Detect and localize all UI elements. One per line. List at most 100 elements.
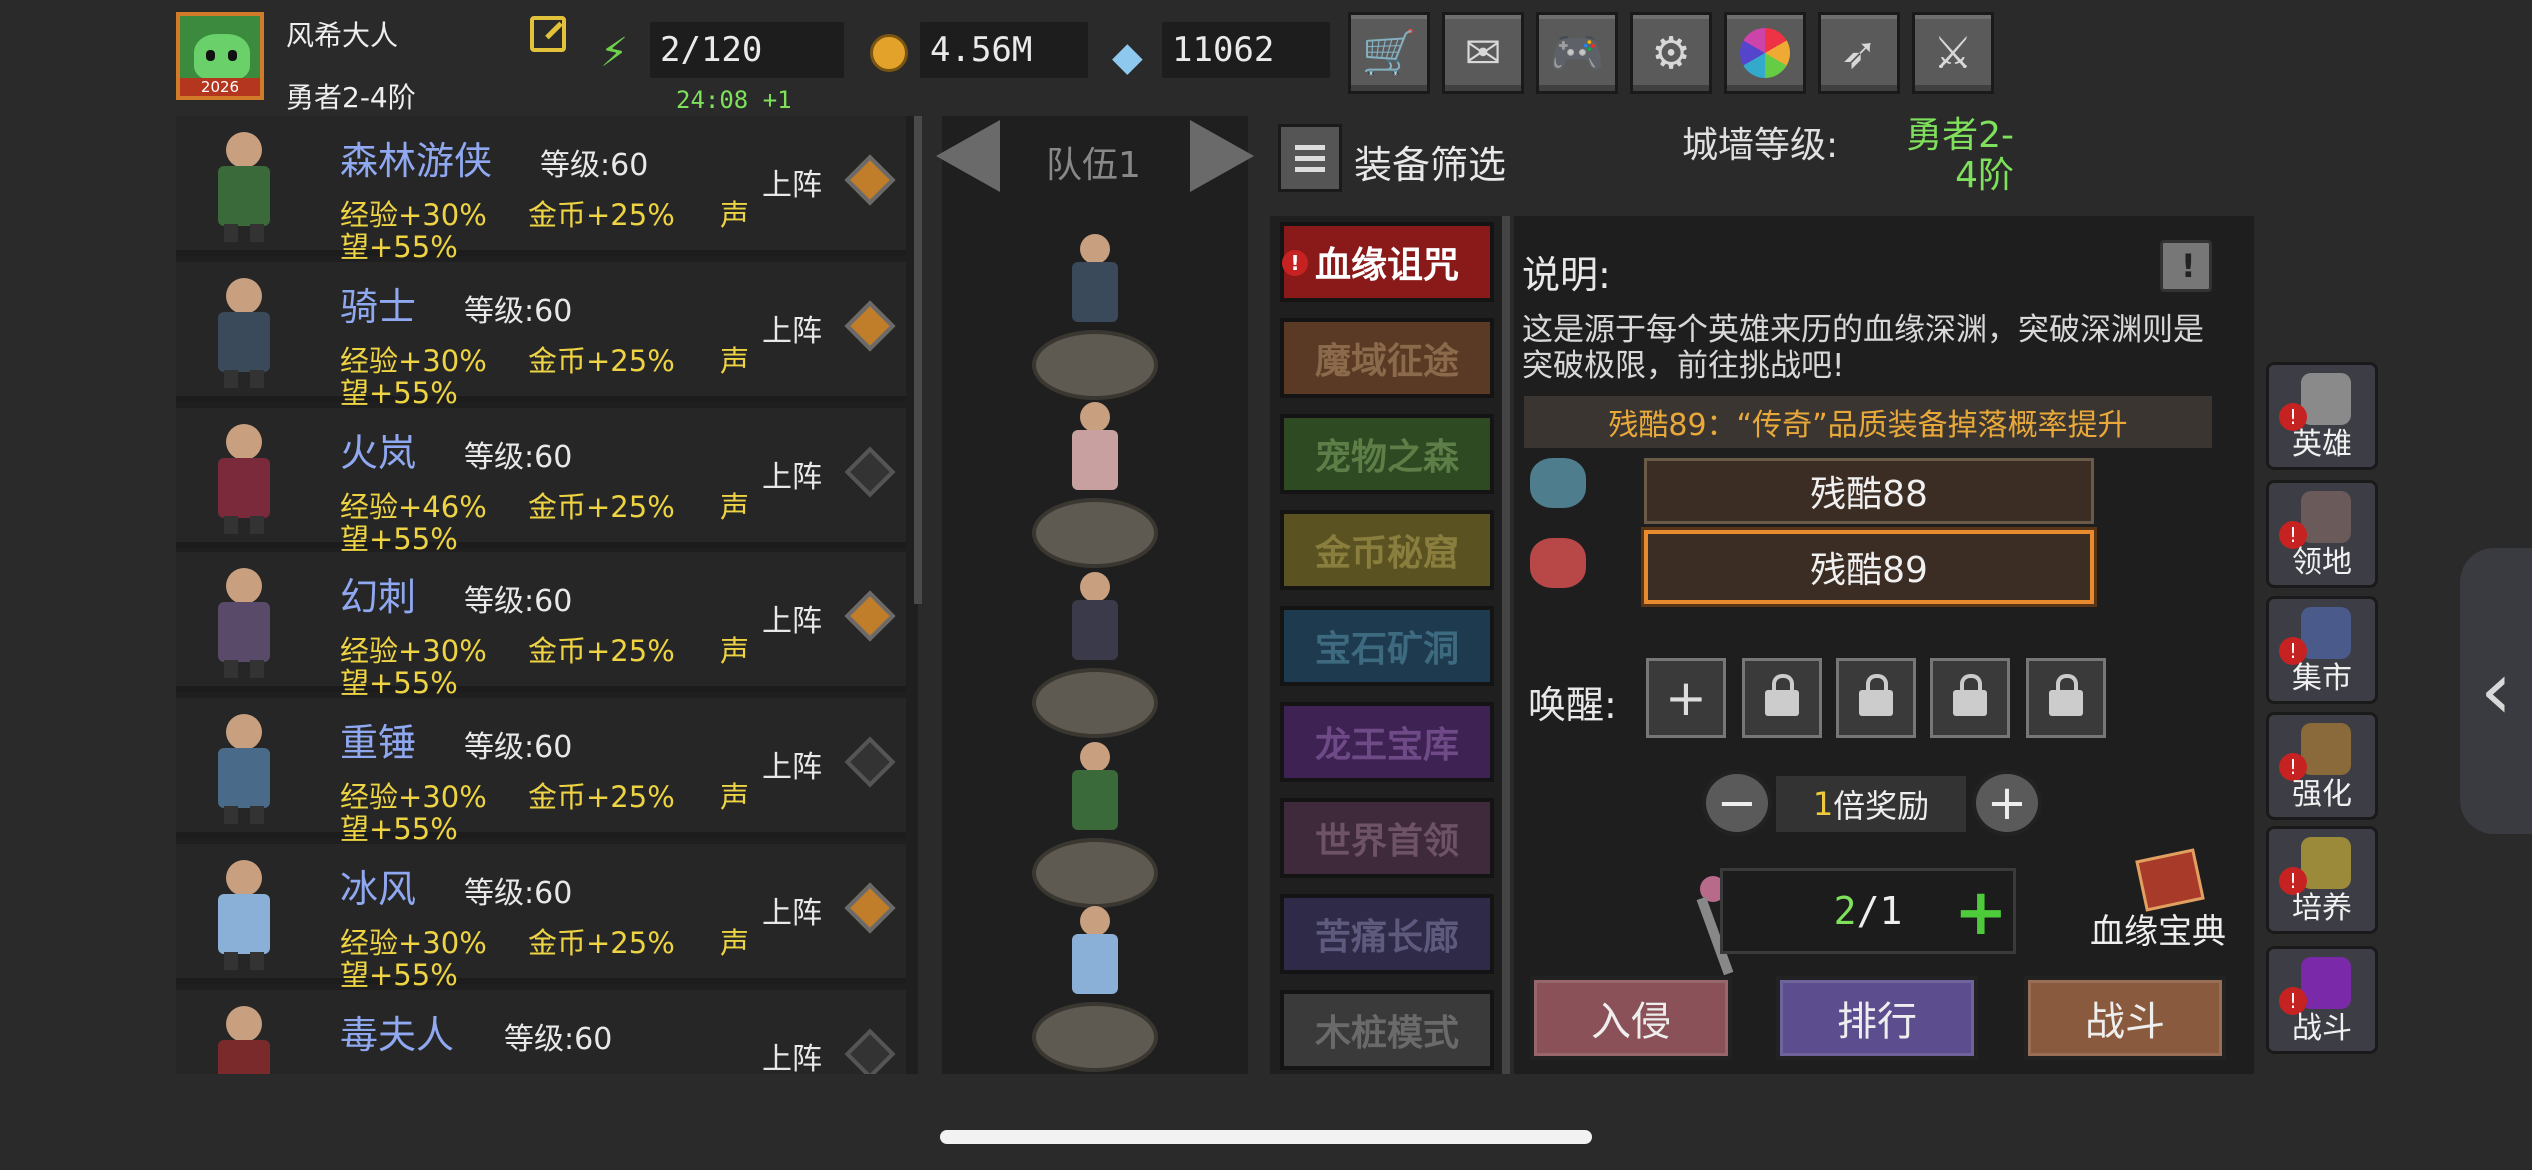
deploy-button[interactable]: 上阵 xyxy=(762,742,822,786)
dungeon-tab[interactable]: 龙王宝库 xyxy=(1280,702,1494,782)
side-drawer-toggle[interactable]: ‹ xyxy=(2460,548,2532,834)
awaken-locked-slot[interactable] xyxy=(2026,658,2106,738)
deploy-button[interactable]: 上阵 xyxy=(762,306,822,350)
team-hero-figure[interactable] xyxy=(1060,234,1130,354)
settings-button[interactable]: ⚙ xyxy=(1630,12,1712,94)
difficulty-option-88[interactable]: 残酷88 xyxy=(1644,458,2094,524)
gold-value: 4.56M xyxy=(920,22,1088,78)
mail-button[interactable]: ✉ xyxy=(1442,12,1524,94)
feather-button[interactable]: ➶ xyxy=(1818,12,1900,94)
dungeon-tab[interactable]: 木桩模式 xyxy=(1280,990,1494,1070)
side-nav-4[interactable]: ! 强化 xyxy=(2266,712,2378,820)
team-hero-figure[interactable] xyxy=(1060,572,1130,692)
hero-row[interactable]: 冰风 等级:60 经验+30% 金币+25% 声 望+55% 上阵 xyxy=(176,844,906,992)
menu-icon[interactable] xyxy=(1278,124,1342,192)
add-ticket-button[interactable]: + xyxy=(1954,876,2008,950)
hero-list-scrollbar[interactable] xyxy=(914,116,922,604)
deploy-toggle-icon[interactable] xyxy=(844,882,896,934)
hero-row[interactable]: 火岚 等级:60 经验+46% 金币+25% 声 望+55% 上阵 xyxy=(176,408,906,556)
side-nav-label: 强化 xyxy=(2292,777,2352,812)
invade-button[interactable]: 入侵 xyxy=(1530,976,1732,1060)
hero-portrait xyxy=(196,1006,296,1074)
deploy-button[interactable]: 上阵 xyxy=(762,888,822,932)
hero-row[interactable]: 骑士 等级:60 经验+30% 金币+25% 声 望+55% 上阵 xyxy=(176,262,906,410)
multiplier-text: 倍奖励 xyxy=(1833,787,1930,825)
deploy-button[interactable]: 上阵 xyxy=(762,596,822,640)
dungeon-tab[interactable]: 金币秘窟 xyxy=(1280,510,1494,590)
hero-list[interactable]: 森林游侠 等级:60 经验+30% 金币+25% 声 望+55% 上阵 骑士 等… xyxy=(176,116,918,1074)
color-wheel-button[interactable] xyxy=(1724,12,1806,94)
deploy-toggle-icon[interactable] xyxy=(844,1028,896,1074)
side-nav-6[interactable]: ! 战斗 xyxy=(2266,946,2378,1054)
dungeon-tab[interactable]: 苦痛长廊 xyxy=(1280,894,1494,974)
deploy-button[interactable]: 上阵 xyxy=(762,452,822,496)
hero-reputation-bonus-cont: 望+55% xyxy=(340,958,458,992)
hero-reputation-bonus: 声 xyxy=(720,344,750,378)
hero-portrait xyxy=(196,278,296,388)
team-hero-figure[interactable] xyxy=(1060,402,1130,522)
lock-icon xyxy=(1765,674,1799,716)
feather-icon: ➶ xyxy=(1840,27,1878,79)
team-prev-arrow-icon[interactable] xyxy=(936,120,1000,192)
market-icon xyxy=(2301,607,2351,659)
hero-gold-bonus: 金币+25% xyxy=(528,926,675,960)
color-wheel-icon xyxy=(1740,28,1790,78)
awaken-locked-slot[interactable] xyxy=(1930,658,2010,738)
side-nav-3[interactable]: ! 集市 xyxy=(2266,596,2378,704)
dungeon-tab-label: 苦痛长廊 xyxy=(1314,917,1459,958)
hero-level: 等级:60 xyxy=(464,584,573,619)
awaken-add-slot[interactable]: + xyxy=(1646,658,1726,738)
team-hero-figure[interactable] xyxy=(1060,906,1130,1026)
deploy-toggle-icon[interactable] xyxy=(844,446,896,498)
deploy-toggle-icon[interactable] xyxy=(844,736,896,788)
home-indicator[interactable] xyxy=(940,1130,1592,1144)
side-nav-1[interactable]: ! 英雄 xyxy=(2266,362,2378,470)
hero-row[interactable]: 重锤 等级:60 经验+30% 金币+25% 声 望+55% 上阵 xyxy=(176,698,906,846)
hero-portrait xyxy=(196,860,296,970)
hero-row[interactable]: 幻刺 等级:60 经验+30% 金币+25% 声 望+55% 上阵 xyxy=(176,552,906,700)
shop-cart-button[interactable]: 🛒 xyxy=(1348,12,1430,94)
multiplier-decrease-button[interactable]: − xyxy=(1702,770,1772,836)
player-avatar[interactable]: 2026 xyxy=(176,12,264,100)
hero-row[interactable]: 毒夫人 等级:60 上阵 xyxy=(176,990,906,1074)
multiplier-increase-button[interactable]: + xyxy=(1972,770,2042,836)
gamepad-button[interactable]: 🎮 xyxy=(1536,12,1618,94)
multiplier-display: 1 倍奖励 xyxy=(1776,776,1966,832)
hero-level: 等级:60 xyxy=(540,148,649,183)
deploy-toggle-icon[interactable] xyxy=(844,154,896,206)
difficulty-option-89[interactable]: 残酷89 xyxy=(1644,530,2094,604)
deploy-toggle-icon[interactable] xyxy=(844,300,896,352)
dungeon-list-scrollbar[interactable] xyxy=(1502,216,1510,1074)
help-icon[interactable] xyxy=(2160,240,2212,292)
cart-icon: 🛒 xyxy=(1361,28,1417,79)
ranking-button[interactable]: 排行 xyxy=(1776,976,1978,1060)
hero-row[interactable]: 森林游侠 等级:60 经验+30% 金币+25% 声 望+55% 上阵 xyxy=(176,116,906,264)
awaken-locked-slot[interactable] xyxy=(1742,658,1822,738)
dungeon-tab[interactable]: 血缘诅咒! xyxy=(1280,222,1494,302)
plus-icon: + xyxy=(1665,669,1707,727)
awaken-locked-slot[interactable] xyxy=(1836,658,1916,738)
helmet-icon xyxy=(2301,373,2351,425)
side-nav-2[interactable]: ! 领地 xyxy=(2266,480,2378,588)
team-next-arrow-icon[interactable] xyxy=(1190,120,1254,192)
dungeon-tab[interactable]: 魔域征途 xyxy=(1280,318,1494,398)
difficulty-bonus-text: 残酷89：“传奇”品质装备掉落概率提升 xyxy=(1524,396,2212,448)
deploy-button[interactable]: 上阵 xyxy=(762,160,822,204)
frost-island-icon xyxy=(1530,458,1586,508)
fight-button[interactable]: 战斗 xyxy=(2024,976,2226,1060)
dungeon-tab[interactable]: 宝石矿洞 xyxy=(1280,606,1494,686)
dungeon-tab[interactable]: 世界首领 xyxy=(1280,798,1494,878)
deploy-button[interactable]: 上阵 xyxy=(762,1034,822,1074)
hero-reputation-bonus: 声 xyxy=(720,634,750,668)
battle-button[interactable]: ⚔ xyxy=(1912,12,1994,94)
hero-reputation-bonus-cont: 望+55% xyxy=(340,666,458,700)
blood-codex-label[interactable]: 血缘宝典 xyxy=(2090,904,2226,953)
side-nav-5[interactable]: ! 培养 xyxy=(2266,826,2378,934)
equipment-filter-label[interactable]: 装备筛选 xyxy=(1354,134,1506,189)
dungeon-tab[interactable]: 宠物之森 xyxy=(1280,414,1494,494)
team-hero-figure[interactable] xyxy=(1060,742,1130,862)
hero-name: 幻刺 xyxy=(340,575,417,619)
hero-reputation-bonus: 声 xyxy=(720,780,750,814)
edit-name-icon[interactable] xyxy=(530,16,566,52)
deploy-toggle-icon[interactable] xyxy=(844,590,896,642)
